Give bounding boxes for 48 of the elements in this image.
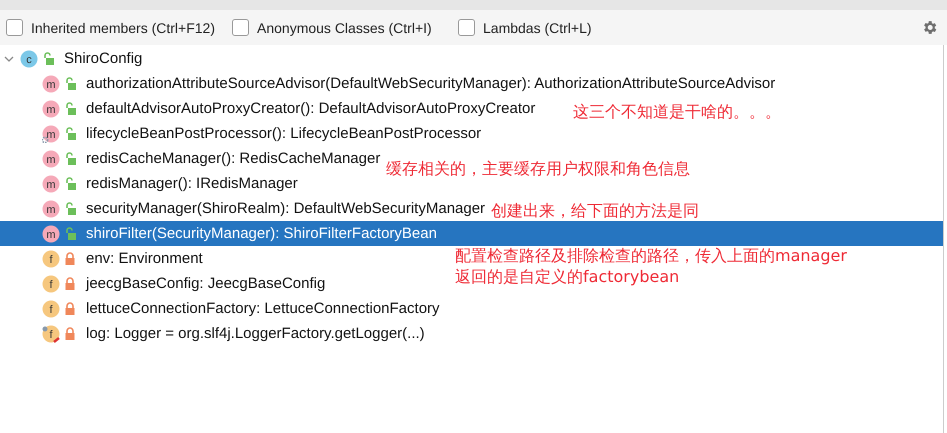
checkbox-option[interactable]: Lambdas (Ctrl+L) bbox=[458, 19, 684, 36]
tree-row[interactable]: m redisManager(): IRedisManager bbox=[0, 171, 298, 196]
member-label: redisCacheManager(): RedisCacheManager bbox=[86, 150, 380, 167]
tree-row[interactable]: c ShiroConfig bbox=[0, 46, 146, 71]
member-label: jeecgBaseConfig: JeecgBaseConfig bbox=[86, 275, 326, 292]
method-icon: m bbox=[42, 100, 60, 118]
annotation-text: 缓存相关的，主要缓存用户权限和角色信息 bbox=[386, 159, 690, 178]
checkbox[interactable] bbox=[458, 19, 475, 36]
member-label: ShiroConfig bbox=[64, 50, 142, 67]
annotation-text: 这三个不知道是干啥的。。。 bbox=[573, 102, 781, 122]
member-label: env: Environment bbox=[86, 250, 203, 267]
member-label: securityManager(ShiroRealm): DefaultWebSecurityManager bbox=[86, 200, 486, 217]
annotation-text: 返回的是自定义的factorybean bbox=[455, 267, 680, 286]
annotation-text: 配置检查路径及排除检查的路径，传入上面的manager bbox=[455, 246, 847, 266]
field-icon: f bbox=[42, 274, 60, 292]
member-label: authorizationAttributeSourceAdvisor(DefaultWebSecurityManager): AuthorizationAttributeSourceAdvisor bbox=[86, 75, 776, 92]
tree-row[interactable]: m authorizationAttributeSourceAdvisor(DefaultWebSecurityManager): AuthorizationAttributeSourceAdvisor bbox=[0, 71, 776, 96]
tree-row[interactable]: m defaultAdvisorAutoProxyCreator(): DefaultAdvisorAutoProxyCreator bbox=[0, 96, 536, 121]
class-icon: c bbox=[20, 50, 38, 68]
checkbox-option[interactable]: Inherited members (Ctrl+F12) bbox=[6, 19, 232, 36]
tree-row[interactable]: f lettuceConnectionFactory: LettuceConnectionFactory bbox=[0, 296, 440, 321]
checkbox[interactable] bbox=[6, 19, 23, 36]
checkbox[interactable] bbox=[232, 19, 249, 36]
method-icon: m bbox=[42, 200, 60, 218]
tree-row[interactable]: m securityManager(ShiroRealm): DefaultWebSecurityManager bbox=[0, 196, 486, 221]
method-icon: m bbox=[42, 150, 60, 168]
member-label: lettuceConnectionFactory: LettuceConnectionFactory bbox=[86, 300, 440, 317]
tree-row[interactable]: f jeecgBaseConfig: JeecgBaseConfig bbox=[0, 271, 326, 296]
method-icon: m bbox=[42, 124, 60, 142]
tree-row[interactable]: m lifecycleBeanPostProcessor(): LifecycleBeanPostProcessor bbox=[0, 121, 482, 146]
method-icon: m bbox=[42, 174, 60, 192]
tree-row[interactable]: m redisCacheManager(): RedisCacheManager bbox=[0, 146, 380, 171]
field-icon: f bbox=[42, 250, 60, 268]
member-label: lifecycleBeanPostProcessor(): LifecycleBeanPostProcessor bbox=[86, 125, 482, 142]
method-icon: m bbox=[42, 224, 60, 242]
checkbox-option[interactable]: Anonymous Classes (Ctrl+I) bbox=[232, 19, 458, 36]
member-label: defaultAdvisorAutoProxyCreator(): DefaultAdvisorAutoProxyCreator bbox=[86, 100, 536, 117]
field-icon: f bbox=[42, 300, 60, 318]
settings-icon[interactable] bbox=[921, 19, 938, 36]
member-label: redisManager(): IRedisManager bbox=[86, 175, 298, 192]
tree-row[interactable]: f env: Environment bbox=[0, 246, 203, 271]
member-label: shiroFilter(SecurityManager): ShiroFilterFactoryBean bbox=[86, 225, 437, 242]
annotation-text: 创建出来，给下面的方法是同 bbox=[491, 201, 699, 220]
member-label: log: Logger = org.slf4j.LoggerFactory.getLogger(...) bbox=[86, 325, 425, 342]
tree-row[interactable]: f log: Logger = org.slf4j.LoggerFactory.getLogger(...) bbox=[0, 321, 425, 346]
field-icon: f bbox=[42, 324, 60, 342]
method-icon: m bbox=[42, 74, 60, 92]
tree-row[interactable]: m shiroFilter(SecurityManager): ShiroFilterFactoryBean bbox=[0, 221, 943, 246]
